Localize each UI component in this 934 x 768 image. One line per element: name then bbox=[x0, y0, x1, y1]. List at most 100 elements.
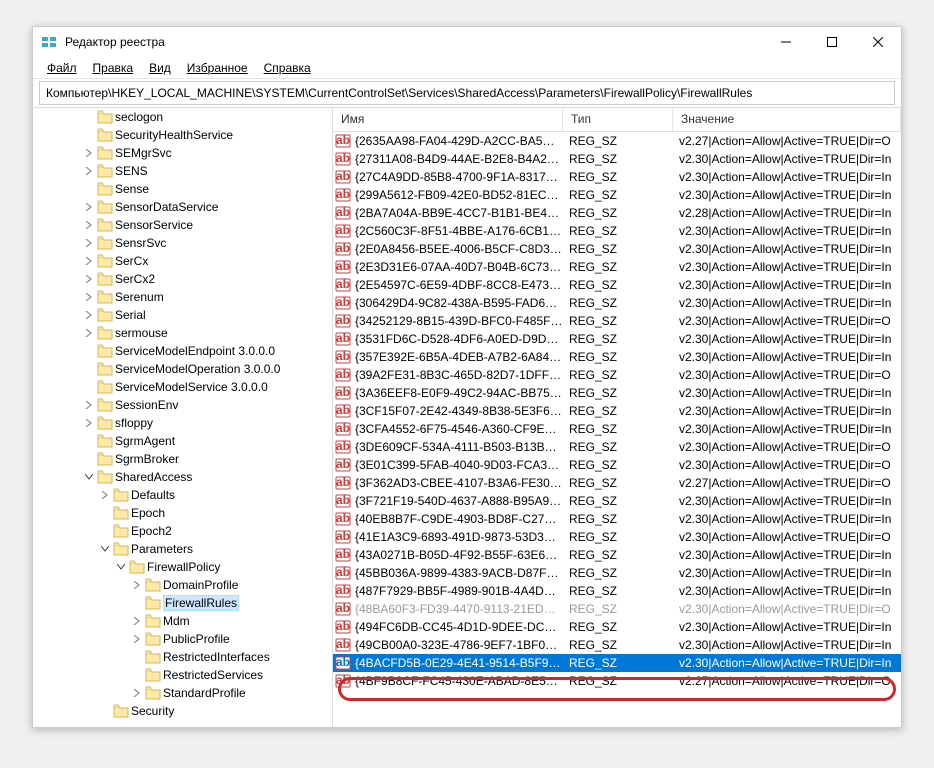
value-row[interactable]: ab{3E01C399-5FAB-4040-9D03-FCA3…REG_SZv2… bbox=[333, 456, 901, 474]
tree-item[interactable]: SEMgrSvc bbox=[33, 144, 332, 162]
value-row[interactable]: ab{2BA7A04A-BB9E-4CC7-B1B1-BE4…REG_SZv2.… bbox=[333, 204, 901, 222]
value-row[interactable]: ab{487F7929-BB5F-4989-901B-4A4D…REG_SZv2… bbox=[333, 582, 901, 600]
key-tree[interactable]: seclogonSecurityHealthServiceSEMgrSvcSEN… bbox=[33, 108, 333, 727]
tree-item[interactable]: RestrictedInterfaces bbox=[33, 648, 332, 666]
value-row[interactable]: ab{40EB8B7F-C9DE-4903-BD8F-C27A…REG_SZv2… bbox=[333, 510, 901, 528]
tree-item[interactable]: Serial bbox=[33, 306, 332, 324]
value-row[interactable]: ab{3A36EEF8-E0F9-49C2-94AC-BB75…REG_SZv2… bbox=[333, 384, 901, 402]
value-row[interactable]: ab{2C560C3F-8F51-4BBE-A176-6CB1…REG_SZv2… bbox=[333, 222, 901, 240]
tree-item[interactable]: SensorDataService bbox=[33, 198, 332, 216]
tree-item[interactable]: sfloppy bbox=[33, 414, 332, 432]
expand-chevron-icon[interactable] bbox=[81, 401, 97, 409]
tree-item[interactable]: seclogon bbox=[33, 108, 332, 126]
menu-view[interactable]: Вид bbox=[143, 59, 177, 77]
value-row[interactable]: ab{2E0A8456-B5EE-4006-B5CF-C8D3…REG_SZv2… bbox=[333, 240, 901, 258]
value-row[interactable]: ab{48BA60F3-FD39-4470-9113-21EDB…REG_SZv… bbox=[333, 600, 901, 618]
tree-item[interactable]: ServiceModelOperation 3.0.0.0 bbox=[33, 360, 332, 378]
tree-item[interactable]: Mdm bbox=[33, 612, 332, 630]
col-header-type[interactable]: Тип bbox=[563, 108, 673, 131]
value-row[interactable]: ab{3CF15F07-2E42-4349-8B38-5E3F6…REG_SZv… bbox=[333, 402, 901, 420]
value-row[interactable]: ab{2E54597C-6E59-4DBF-8CC8-E473…REG_SZv2… bbox=[333, 276, 901, 294]
value-row[interactable]: ab{3531FD6C-D528-4DF6-A0ED-D9D…REG_SZv2.… bbox=[333, 330, 901, 348]
expand-chevron-icon[interactable] bbox=[81, 167, 97, 175]
expand-chevron-icon[interactable] bbox=[81, 419, 97, 427]
tree-item[interactable]: SensorService bbox=[33, 216, 332, 234]
expand-chevron-icon[interactable] bbox=[81, 203, 97, 211]
address-bar[interactable]: Компьютер\HKEY_LOCAL_MACHINE\SYSTEM\Curr… bbox=[39, 81, 895, 105]
expand-chevron-icon[interactable] bbox=[81, 293, 97, 301]
value-row[interactable]: ab{2635AA98-FA04-429D-A2CC-BA5…REG_SZv2.… bbox=[333, 132, 901, 150]
expand-chevron-icon[interactable] bbox=[129, 617, 145, 625]
maximize-button[interactable] bbox=[809, 27, 855, 57]
expand-chevron-icon[interactable] bbox=[81, 329, 97, 337]
value-row[interactable]: ab{3DE609CF-534A-4111-B503-B13B…REG_SZv2… bbox=[333, 438, 901, 456]
tree-item[interactable]: SensrSvc bbox=[33, 234, 332, 252]
expand-chevron-icon[interactable] bbox=[129, 689, 145, 697]
tree-item[interactable]: SharedAccess bbox=[33, 468, 332, 486]
value-row[interactable]: ab{2E3D31E6-07AA-40D7-B04B-6C73…REG_SZv2… bbox=[333, 258, 901, 276]
value-row[interactable]: ab{306429D4-9C82-438A-B595-FAD6…REG_SZv2… bbox=[333, 294, 901, 312]
menu-file[interactable]: Файл bbox=[41, 59, 83, 77]
close-button[interactable] bbox=[855, 27, 901, 57]
value-row[interactable]: ab{49CB00A0-323E-4786-9EF7-1BF0…REG_SZv2… bbox=[333, 636, 901, 654]
value-row[interactable]: ab{357E392E-6B5A-4DEB-A7B2-6A84…REG_SZv2… bbox=[333, 348, 901, 366]
value-row[interactable]: ab{45BB036A-9899-4383-9ACB-D87F…REG_SZv2… bbox=[333, 564, 901, 582]
tree-item[interactable]: SerCx2 bbox=[33, 270, 332, 288]
tree-item[interactable]: sermouse bbox=[33, 324, 332, 342]
expand-chevron-icon[interactable] bbox=[81, 257, 97, 265]
value-row[interactable]: ab{34252129-8B15-439D-BFC0-F485F…REG_SZv… bbox=[333, 312, 901, 330]
list-body[interactable]: ab{2635AA98-FA04-429D-A2CC-BA5…REG_SZv2.… bbox=[333, 132, 901, 727]
expand-chevron-icon[interactable] bbox=[113, 563, 129, 571]
value-row[interactable]: ab{39A2FE31-8B3C-465D-82D7-1DFF…REG_SZv2… bbox=[333, 366, 901, 384]
value-row[interactable]: ab{3F362AD3-CBEE-4107-B3A6-FE30…REG_SZv2… bbox=[333, 474, 901, 492]
value-row[interactable]: ab{43A0271B-B05D-4F92-B55F-63E6E…REG_SZv… bbox=[333, 546, 901, 564]
value-row[interactable]: ab{3CFA4552-6F75-4546-A360-CF9E8…REG_SZv… bbox=[333, 420, 901, 438]
expand-chevron-icon[interactable] bbox=[81, 221, 97, 229]
tree-item[interactable]: ServiceModelEndpoint 3.0.0.0 bbox=[33, 342, 332, 360]
value-row[interactable]: ab{41E1A3C9-6893-491D-9873-53D3E…REG_SZv… bbox=[333, 528, 901, 546]
tree-item[interactable]: FirewallRules bbox=[33, 594, 332, 612]
expand-chevron-icon[interactable] bbox=[81, 311, 97, 319]
titlebar[interactable]: Редактор реестра bbox=[33, 27, 901, 57]
tree-item[interactable]: Security bbox=[33, 702, 332, 720]
value-row[interactable]: ab{27C4A9DD-85B8-4700-9F1A-8317…REG_SZv2… bbox=[333, 168, 901, 186]
tree-item[interactable]: SgrmBroker bbox=[33, 450, 332, 468]
expand-chevron-icon[interactable] bbox=[129, 635, 145, 643]
value-row[interactable]: ab{4BACFD5B-0E29-4E41-9514-B5F9…REG_SZv2… bbox=[333, 654, 901, 672]
tree-item[interactable]: Epoch2 bbox=[33, 522, 332, 540]
tree-item[interactable]: StandardProfile bbox=[33, 684, 332, 702]
expand-chevron-icon[interactable] bbox=[81, 275, 97, 283]
tree-item[interactable]: PublicProfile bbox=[33, 630, 332, 648]
value-row[interactable]: ab{4BF9B8CF-FC45-430E-ABAD-8E55…REG_SZv2… bbox=[333, 672, 901, 690]
value-row[interactable]: ab{27311A08-B4D9-44AE-B2E8-B4A2…REG_SZv2… bbox=[333, 150, 901, 168]
menu-favorites[interactable]: Избранное bbox=[181, 59, 254, 77]
expand-chevron-icon[interactable] bbox=[81, 239, 97, 247]
list-header[interactable]: Имя Тип Значение bbox=[333, 108, 901, 132]
value-row[interactable]: ab{494FC6DB-CC45-4D1D-9DEE-DC7…REG_SZv2.… bbox=[333, 618, 901, 636]
tree-item[interactable]: Parameters bbox=[33, 540, 332, 558]
tree-item[interactable]: Defaults bbox=[33, 486, 332, 504]
tree-item[interactable]: Serenum bbox=[33, 288, 332, 306]
tree-item[interactable]: SessionEnv bbox=[33, 396, 332, 414]
expand-chevron-icon[interactable] bbox=[81, 149, 97, 157]
expand-chevron-icon[interactable] bbox=[81, 473, 97, 481]
tree-item[interactable]: SerCx bbox=[33, 252, 332, 270]
col-header-name[interactable]: Имя bbox=[333, 108, 563, 131]
menu-edit[interactable]: Правка bbox=[87, 59, 140, 77]
tree-item[interactable]: Epoch bbox=[33, 504, 332, 522]
value-row[interactable]: ab{299A5612-FB09-42E0-BD52-81EC…REG_SZv2… bbox=[333, 186, 901, 204]
tree-item[interactable]: ServiceModelService 3.0.0.0 bbox=[33, 378, 332, 396]
value-row[interactable]: ab{3F721F19-540D-4637-A888-B95A9…REG_SZv… bbox=[333, 492, 901, 510]
tree-item[interactable]: DomainProfile bbox=[33, 576, 332, 594]
minimize-button[interactable] bbox=[763, 27, 809, 57]
expand-chevron-icon[interactable] bbox=[129, 581, 145, 589]
menu-help[interactable]: Справка bbox=[258, 59, 317, 77]
expand-chevron-icon[interactable] bbox=[97, 491, 113, 499]
tree-item[interactable]: FirewallPolicy bbox=[33, 558, 332, 576]
expand-chevron-icon[interactable] bbox=[97, 545, 113, 553]
tree-item[interactable]: SENS bbox=[33, 162, 332, 180]
tree-item[interactable]: SgrmAgent bbox=[33, 432, 332, 450]
tree-item[interactable]: SecurityHealthService bbox=[33, 126, 332, 144]
col-header-value[interactable]: Значение bbox=[673, 108, 901, 131]
tree-item[interactable]: RestrictedServices bbox=[33, 666, 332, 684]
